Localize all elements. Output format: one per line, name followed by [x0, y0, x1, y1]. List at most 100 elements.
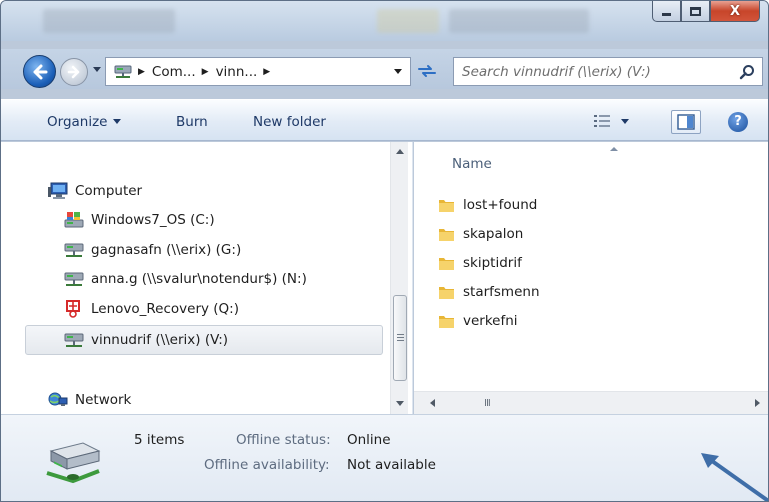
- file-name: starfsmenn: [463, 284, 540, 300]
- nav-item-label: Network: [75, 392, 132, 408]
- scroll-right-icon[interactable]: [755, 399, 760, 407]
- offline-status-label: Offline status:: [236, 432, 331, 448]
- refresh-button[interactable]: [416, 62, 438, 80]
- nav-item-network[interactable]: Network: [47, 389, 131, 411]
- network-drive-icon: [46, 442, 101, 484]
- breadcrumb-vinnudrif[interactable]: vinn...: [216, 64, 258, 80]
- address-bar[interactable]: ▶ Com... ▶ vinn... ▶: [105, 57, 411, 86]
- breadcrumb: ▶ Com... ▶ vinn... ▶: [132, 64, 277, 80]
- os-drive-icon: [63, 211, 85, 229]
- offline-status-value: Online: [347, 432, 391, 448]
- search-icon[interactable]: [739, 64, 755, 80]
- navigation-pane-scrollbar[interactable]: [390, 142, 408, 414]
- navigation-pane: Computer Windows7_OS (C:) gagnasafn (\\e…: [1, 142, 413, 414]
- network-icon: [47, 391, 69, 409]
- blurred-taskbar-region: [43, 9, 175, 33]
- scroll-left-icon[interactable]: [430, 399, 435, 407]
- maximize-button[interactable]: [681, 1, 710, 22]
- list-item[interactable]: skapalon: [438, 223, 523, 245]
- list-item[interactable]: starfsmenn: [438, 281, 540, 303]
- network-drive-icon: [63, 331, 85, 349]
- title-bar: X: [1, 1, 768, 41]
- preview-pane-button[interactable]: [671, 110, 701, 134]
- nav-item-computer[interactable]: Computer: [47, 180, 142, 202]
- chevron-right-icon[interactable]: ▶: [138, 67, 145, 77]
- folder-icon: [439, 229, 454, 241]
- nav-item-label: vinnudrif (\\erix) (V:): [91, 332, 229, 348]
- minimize-button[interactable]: [652, 1, 681, 22]
- burn-button[interactable]: Burn: [176, 114, 208, 130]
- nav-item-label: gagnasafn (\\erix) (G:): [91, 242, 242, 258]
- change-view-button[interactable]: [591, 111, 635, 131]
- chevron-right-icon[interactable]: ▶: [263, 67, 270, 77]
- network-drive-icon: [114, 65, 132, 78]
- list-item[interactable]: skiptidrif: [438, 252, 522, 274]
- chevron-down-icon: [621, 119, 629, 124]
- file-name: skapalon: [463, 226, 524, 242]
- help-button[interactable]: ?: [728, 112, 748, 132]
- recovery-drive-icon: [63, 300, 85, 318]
- offline-availability-value: Not available: [347, 457, 436, 473]
- list-item[interactable]: lost+found: [438, 194, 537, 216]
- scrollbar-thumb[interactable]: [393, 295, 407, 381]
- minimize-icon: [662, 13, 671, 16]
- nav-item-lenovo-recovery[interactable]: Lenovo_Recovery (Q:): [63, 298, 239, 320]
- network-drive-icon: [63, 270, 85, 288]
- breadcrumb-computer[interactable]: Com...: [152, 64, 196, 80]
- network-drive-icon: [63, 241, 85, 259]
- view-details-icon: [594, 115, 610, 127]
- blurred-taskbar-region: [377, 9, 439, 33]
- explorer-window: X ▶ Com... ▶ vinn... ▶ Search vinnudrif …: [0, 0, 769, 502]
- file-name: lost+found: [463, 197, 538, 213]
- close-button[interactable]: X: [710, 1, 760, 22]
- file-list: Name lost+found skapalon skiptidrif star…: [414, 142, 768, 414]
- recent-pages-dropdown[interactable]: [93, 67, 101, 72]
- list-item[interactable]: verkefni: [438, 310, 518, 332]
- back-button[interactable]: [23, 55, 56, 88]
- arrow-left-icon: [33, 64, 47, 79]
- folder-icon: [439, 200, 454, 212]
- nav-item-label: Lenovo_Recovery (Q:): [91, 301, 239, 317]
- organize-button[interactable]: Organize: [47, 114, 122, 130]
- nav-item-label: anna.g (\\svalur\notendur$) (N:): [91, 271, 307, 287]
- nav-item-anna-g[interactable]: anna.g (\\svalur\notendur$) (N:): [63, 268, 307, 290]
- file-name: verkefni: [463, 313, 518, 329]
- address-row: ▶ Com... ▶ vinn... ▶ Search vinnudrif (\…: [1, 49, 768, 89]
- command-bar: Organize Burn New folder ?: [1, 99, 768, 141]
- scroll-up-icon[interactable]: [396, 149, 404, 154]
- grip-icon: [397, 334, 404, 341]
- folder-icon: [439, 316, 454, 328]
- computer-icon: [47, 182, 69, 200]
- details-pane: 5 items Offline status: Online Offline a…: [1, 414, 768, 501]
- sort-ascending-icon: [610, 147, 618, 151]
- nav-item-windows7-os[interactable]: Windows7_OS (C:): [63, 209, 215, 231]
- chevron-down-icon: [113, 119, 122, 124]
- nav-item-vinnudrif[interactable]: vinnudrif (\\erix) (V:): [63, 329, 228, 351]
- file-name: skiptidrif: [463, 255, 522, 271]
- chevron-right-icon[interactable]: ▶: [202, 67, 209, 77]
- arrow-right-icon: [67, 65, 80, 79]
- maximize-icon: [690, 6, 701, 16]
- item-count: 5 items: [134, 432, 185, 448]
- preview-pane-icon: [677, 114, 695, 130]
- folder-icon: [439, 258, 454, 270]
- file-list-scrollbar[interactable]: III: [414, 391, 768, 414]
- nav-item-gagnasafn[interactable]: gagnasafn (\\erix) (G:): [63, 239, 241, 261]
- close-icon: X: [729, 3, 741, 19]
- nav-item-label: Windows7_OS (C:): [91, 212, 215, 228]
- organize-label: Organize: [47, 114, 108, 130]
- search-placeholder: Search vinnudrif (\\erix) (V:): [462, 64, 651, 80]
- scroll-down-icon[interactable]: [396, 401, 404, 406]
- caption-buttons: X: [652, 1, 760, 22]
- new-folder-button[interactable]: New folder: [253, 114, 326, 130]
- offline-availability-label: Offline availability:: [204, 457, 330, 473]
- column-header-name[interactable]: Name: [452, 156, 492, 172]
- nav-item-label: Computer: [75, 183, 143, 199]
- folder-icon: [439, 287, 454, 299]
- annotation-arrow-icon: [701, 453, 768, 501]
- address-history-dropdown[interactable]: [394, 69, 402, 74]
- blurred-taskbar-region: [449, 9, 589, 33]
- search-input[interactable]: Search vinnudrif (\\erix) (V:): [453, 57, 763, 86]
- forward-button[interactable]: [60, 58, 88, 86]
- scrollbar-grip[interactable]: III: [484, 398, 491, 409]
